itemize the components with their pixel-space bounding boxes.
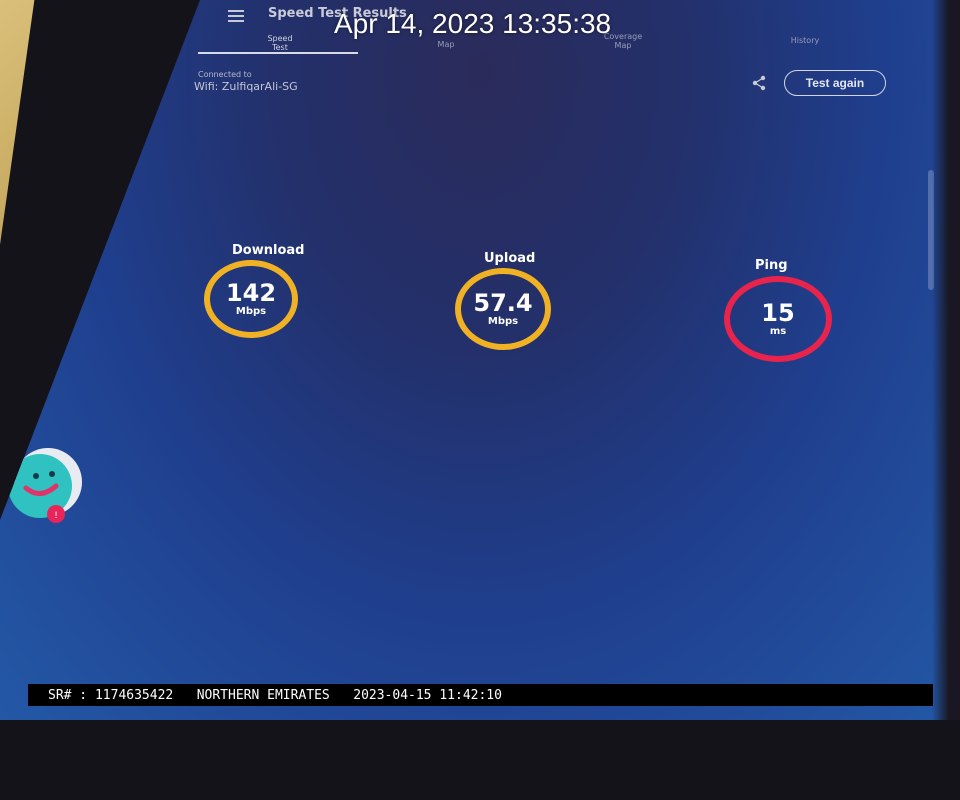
tab-history[interactable]: History [780,36,830,45]
svg-text:!: ! [54,511,58,521]
download-unit: Mbps [235,306,267,317]
connected-network: Wifi: ZulfiqarAli-SG [194,80,298,93]
share-icon[interactable] [750,74,768,92]
upload-unit: Mbps [487,316,519,327]
upload-gauge: 57.4 Mbps [455,268,551,350]
tab-speed-test[interactable]: Speed Test [262,34,298,52]
download-label: Download [232,243,305,258]
test-again-button[interactable]: Test again [784,70,886,96]
ping-value: 15 [761,299,795,327]
ping-unit: ms [769,326,787,337]
download-gauge: 142 Mbps [204,260,298,338]
upload-value: 57.4 [473,289,533,317]
connected-label: Connected to [198,70,252,79]
active-tab-indicator [198,52,358,54]
hamburger-menu-icon[interactable] [228,10,244,22]
caption-bar: SR# : 1174635422 NORTHERN EMIRATES 2023-… [28,684,933,706]
ping-gauge: 15 ms [724,276,832,362]
download-value: 142 [225,279,277,307]
tablet-right-edge [932,0,960,720]
photo-timestamp: Apr 14, 2023 13:35:38 [334,8,612,39]
ping-label: Ping [755,258,788,273]
upload-label: Upload [484,251,536,266]
tab-map[interactable]: Map [426,40,466,49]
